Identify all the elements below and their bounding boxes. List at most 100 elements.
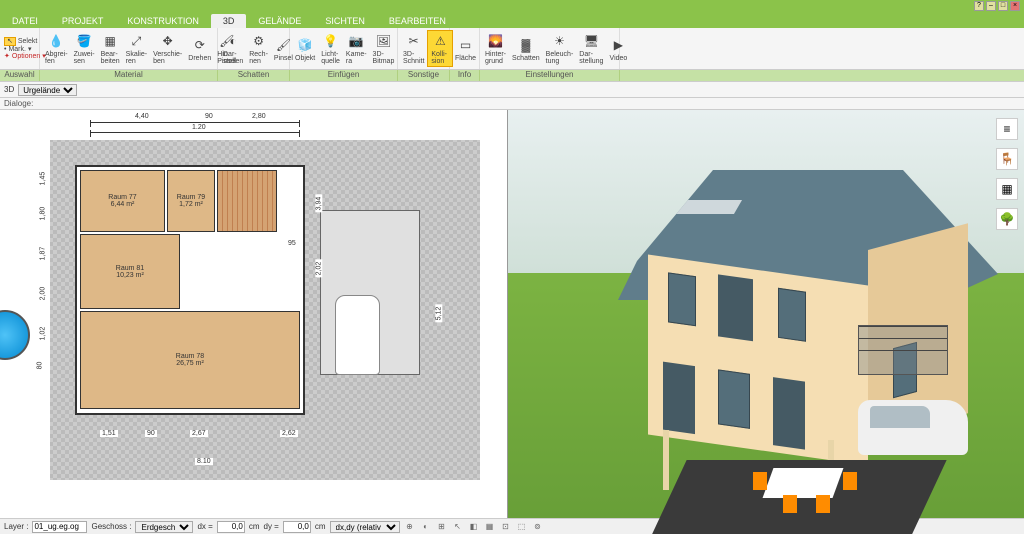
background-button[interactable]: 🌄Hinter- grund: [482, 31, 509, 66]
insert-bitmap-button[interactable]: 🖼3D- Bitmap: [370, 31, 398, 66]
edit-material-button[interactable]: ▦Bear- beiten: [98, 31, 123, 66]
lighting-button[interactable]: ☀Beleuch- tung: [543, 31, 577, 66]
shadow-show-button[interactable]: ◐Dar- stellen: [220, 31, 246, 66]
tab-konstruktion[interactable]: KONSTRUKTION: [115, 14, 211, 28]
dimension-line: [90, 122, 300, 123]
wall-front: [648, 255, 868, 466]
dim-label: 2,02: [315, 260, 322, 278]
dx-label: dx =: [197, 522, 212, 531]
geschoss-select[interactable]: Erdgeschos: [135, 521, 193, 533]
tab-projekt[interactable]: PROJEKT: [50, 14, 116, 28]
layer-input[interactable]: [32, 521, 87, 533]
assign-material-button[interactable]: 🪣Zuwei- sen: [71, 31, 98, 66]
pick-material-button[interactable]: 💧Abgrei- fen: [42, 31, 71, 66]
window-3d: [668, 272, 696, 326]
tool-icon[interactable]: ▦: [484, 521, 496, 533]
dy-input[interactable]: [283, 521, 311, 533]
tool-icon[interactable]: ◧: [468, 521, 480, 533]
chair-3d: [816, 495, 830, 513]
dim-label: 1,87: [39, 245, 46, 263]
secondary-toolbar: 3D Urgelände: [0, 82, 1024, 98]
layers-palette-button[interactable]: ≡: [996, 118, 1018, 140]
room-78[interactable]: Raum 7826,75 m²: [80, 311, 300, 409]
help-icon[interactable]: ?: [974, 1, 984, 11]
floorplan-view[interactable]: 4,40 90 2,80 1.20 Raum 776,44 m² Raum 79…: [0, 110, 508, 518]
stairs: [217, 170, 277, 232]
pool-plan: [0, 310, 30, 360]
dim-label: 2,62: [280, 430, 298, 437]
layer-label: Layer :: [4, 522, 28, 531]
chair-3d: [753, 472, 767, 490]
dim-label: 5,12: [435, 305, 442, 323]
cube-icon: 🧊: [296, 36, 314, 54]
image-icon: 🖼: [374, 32, 392, 50]
car-3d: [858, 400, 968, 455]
side-palette: ≡ 🪑 ▦ 🌳: [996, 118, 1020, 230]
eyedropper-icon: 💧: [47, 32, 65, 50]
dim-label: 90: [145, 430, 157, 437]
furniture-palette-button[interactable]: 🪑: [996, 148, 1018, 170]
max-icon[interactable]: □: [998, 1, 1008, 11]
dim-label: 2,80: [250, 113, 268, 120]
table-3d: [763, 468, 844, 498]
shadow-calc-button[interactable]: ⚙Rech- nen: [246, 31, 271, 66]
dim-label: 90: [203, 113, 215, 120]
dim-label: 1.20: [190, 124, 208, 131]
title-bar: ? – □ ×: [0, 0, 1024, 12]
geschoss-label: Geschoss :: [91, 522, 131, 531]
door-3d: [663, 362, 695, 434]
coord-mode-select[interactable]: dx,dy (relativ ka: [330, 521, 400, 533]
tab-3d[interactable]: 3D: [211, 14, 247, 28]
min-icon[interactable]: –: [986, 1, 996, 11]
dx-input[interactable]: [217, 521, 245, 533]
window-3d: [778, 288, 806, 342]
shadow-settings-button[interactable]: ▓Schatten: [509, 35, 543, 63]
chair-3d: [843, 472, 857, 490]
tool-icon[interactable]: ↖: [452, 521, 464, 533]
terrain-select[interactable]: Urgelände: [18, 84, 77, 96]
tool-icon[interactable]: ⊕: [404, 521, 416, 533]
rotate-button[interactable]: ⟳Drehen: [185, 35, 214, 63]
balcony-3d: [858, 325, 948, 375]
dialoge-bar: Dialoge:: [0, 98, 1024, 110]
ribbon-group-labels: Auswahl Material Schatten Einfügen Sonst…: [0, 70, 1024, 82]
door-3d: [773, 377, 805, 449]
chair-3d: [783, 495, 797, 513]
room-77[interactable]: Raum 776,44 m²: [80, 170, 165, 232]
close-icon[interactable]: ×: [1010, 1, 1020, 11]
bulb-icon: 💡: [322, 32, 340, 50]
tool-icon[interactable]: ⊚: [532, 521, 544, 533]
dim-label: 1,02: [39, 325, 46, 343]
move-button[interactable]: ✥Verschie- ben: [150, 31, 185, 66]
view-mode: 3D: [4, 85, 14, 94]
insert-light-button[interactable]: 💡Licht- quelle: [318, 31, 343, 66]
video-button[interactable]: ▶Video: [606, 35, 630, 63]
dim-label: 2,00: [39, 285, 46, 303]
tool-icon[interactable]: ⊞: [436, 521, 448, 533]
3d-render-view[interactable]: ≡ 🪑 ▦ 🌳: [508, 110, 1024, 518]
tool-icon[interactable]: ⬚: [516, 521, 528, 533]
camera-icon: 📷: [347, 32, 365, 50]
scale-button[interactable]: ⤢Skalie- ren: [123, 31, 150, 66]
tab-gelaende[interactable]: GELÄNDE: [246, 14, 313, 28]
insert-camera-button[interactable]: 📷Kame- ra: [343, 31, 370, 66]
colors-palette-button[interactable]: ▦: [996, 178, 1018, 200]
tab-datei[interactable]: DATEI: [0, 14, 50, 28]
shadow2-icon: ▓: [517, 36, 535, 54]
area-button[interactable]: ▭Fläche: [452, 35, 479, 63]
light-icon: ☀: [550, 32, 568, 50]
room-79[interactable]: Raum 791,72 m²: [167, 170, 215, 232]
plants-palette-button[interactable]: 🌳: [996, 208, 1018, 230]
display-button[interactable]: 🖥Dar- stellung: [576, 31, 606, 66]
dim-label: 1,51: [100, 430, 118, 437]
scale-icon: ⤢: [127, 32, 145, 50]
section-button[interactable]: ✂3D- Schnitt: [400, 31, 427, 66]
window-3d: [718, 369, 750, 428]
room-81[interactable]: Raum 8110,23 m²: [80, 234, 180, 309]
tool-icon[interactable]: ⊡: [500, 521, 512, 533]
tab-sichten[interactable]: SICHTEN: [313, 14, 377, 28]
tool-icon[interactable]: ◐: [420, 521, 432, 533]
tab-bearbeiten[interactable]: BEARBEITEN: [377, 14, 458, 28]
collision-icon: ⚠: [431, 32, 449, 50]
insert-object-button[interactable]: 🧊Objekt: [292, 35, 318, 63]
